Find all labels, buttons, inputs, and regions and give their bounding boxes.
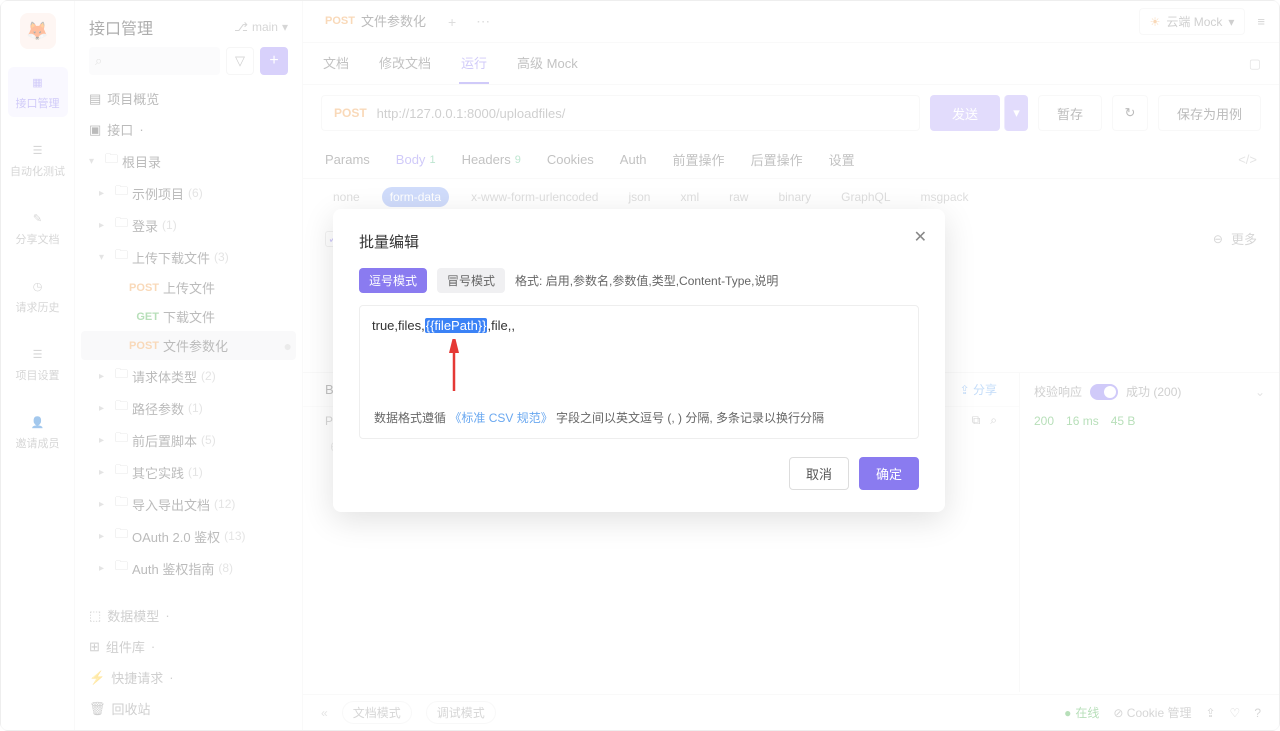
bulk-edit-modal: 批量编辑 ✕ 逗号模式 冒号模式 格式: 启用,参数名,参数值,类型,Conte…: [333, 209, 945, 512]
format-hint: 格式: 启用,参数名,参数值,类型,Content-Type,说明: [515, 272, 778, 289]
cancel-button[interactable]: 取消: [789, 457, 849, 490]
modal-title: 批量编辑: [359, 231, 919, 252]
colon-mode-button[interactable]: 冒号模式: [437, 268, 505, 293]
highlighted-variable: {{filePath}}: [425, 318, 488, 333]
editor-footer: 数据格式遵循 《标准 CSV 规范》 字段之间以英文逗号 (, ) 分隔, 多条…: [372, 395, 906, 426]
csv-spec-link[interactable]: 《标准 CSV 规范》: [449, 411, 552, 425]
comma-mode-button[interactable]: 逗号模式: [359, 268, 427, 293]
close-icon[interactable]: ✕: [914, 227, 927, 247]
ok-button[interactable]: 确定: [859, 457, 919, 490]
arrow-annotation: [444, 339, 906, 395]
bulk-editor[interactable]: true,files,{{filePath}},file,, 数据格式遵循 《标…: [359, 305, 919, 439]
